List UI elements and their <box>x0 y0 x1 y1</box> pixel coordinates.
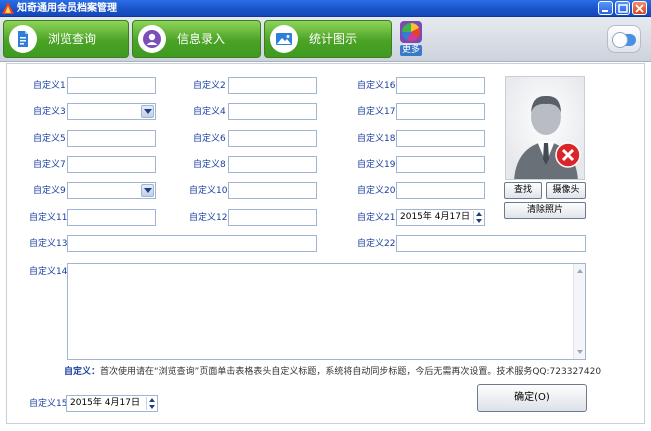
statistics-chart-label: 统计图示 <box>309 32 358 46</box>
date-spinner[interactable] <box>473 211 483 224</box>
spin-up-icon[interactable] <box>148 397 156 403</box>
field16-label: 自定义16 <box>357 81 396 91</box>
find-photo-button[interactable]: 查找 <box>504 182 542 199</box>
field2-label: 自定义2 <box>193 81 226 91</box>
confirm-button[interactable]: 确定(O) <box>477 384 587 412</box>
field12-label: 自定义12 <box>189 213 228 223</box>
field21-date-value: 2015年 4月17日 <box>400 212 470 222</box>
field19-label: 自定义19 <box>357 160 396 170</box>
field4-label: 自定义4 <box>193 107 226 117</box>
field9-select[interactable] <box>67 182 156 199</box>
browse-query-label: 浏览查询 <box>48 32 97 46</box>
statistics-chart-button[interactable]: 统计图示 <box>264 20 392 58</box>
scroll-up-icon[interactable] <box>575 266 585 276</box>
minimize-button[interactable] <box>598 1 613 15</box>
field22-label: 自定义22 <box>357 239 396 249</box>
date-spinner[interactable] <box>146 397 156 410</box>
scroll-down-icon[interactable] <box>575 347 585 357</box>
field10-label: 自定义10 <box>189 186 228 196</box>
spin-down-icon[interactable] <box>148 404 156 410</box>
member-form: 自定义1 自定义3 自定义5 自定义7 自定义9 自定义11 自定义13 自定义… <box>6 63 645 424</box>
field20-label: 自定义20 <box>357 186 396 196</box>
field16-input[interactable] <box>396 77 485 94</box>
more-label: 更多 <box>400 45 422 56</box>
window-title: 知奇通用会员档案管理 <box>17 3 117 14</box>
field1-label: 自定义1 <box>33 81 66 91</box>
main-toolbar: 浏览查询 信息录入 统计图示 更多 <box>0 17 651 62</box>
user-icon <box>138 25 166 53</box>
vertical-scrollbar[interactable] <box>573 264 585 359</box>
camera-button[interactable]: 摄像头 <box>546 182 586 199</box>
field5-input[interactable] <box>67 130 156 147</box>
field21-date-picker[interactable]: 2015年 4月17日 <box>396 209 485 226</box>
field11-label: 自定义11 <box>29 213 68 223</box>
dropdown-arrow-icon[interactable] <box>141 184 154 197</box>
field15-date-value: 2015年 4月17日 <box>70 398 140 408</box>
field12-input[interactable] <box>228 209 317 226</box>
field18-input[interactable] <box>396 130 485 147</box>
minimize-icon <box>602 10 608 12</box>
toggle-knob <box>612 32 628 48</box>
field10-input[interactable] <box>228 182 317 199</box>
close-button[interactable] <box>632 1 647 15</box>
field15-label: 自定义15 <box>29 399 68 409</box>
field7-input[interactable] <box>67 156 156 173</box>
field13-label: 自定义13 <box>29 239 68 249</box>
field22-input[interactable] <box>396 235 586 252</box>
field17-input[interactable] <box>396 103 485 120</box>
field18-label: 自定义18 <box>357 134 396 144</box>
field15-date-picker[interactable]: 2015年 4月17日 <box>66 395 158 412</box>
dropdown-arrow-icon[interactable] <box>141 105 154 118</box>
member-photo <box>505 76 585 180</box>
more-button[interactable]: 更多 <box>400 21 422 57</box>
clear-photo-button[interactable]: 清除照片 <box>504 202 586 219</box>
document-icon <box>9 25 37 53</box>
maximize-button[interactable] <box>615 1 630 15</box>
field6-input[interactable] <box>228 130 317 147</box>
toggle-switch[interactable] <box>607 25 641 53</box>
field13-input[interactable] <box>67 235 317 252</box>
field9-label: 自定义9 <box>33 186 66 196</box>
field4-input[interactable] <box>228 103 317 120</box>
field11-input[interactable] <box>67 209 156 226</box>
field2-input[interactable] <box>228 77 317 94</box>
field1-input[interactable] <box>67 77 156 94</box>
field7-label: 自定义7 <box>33 160 66 170</box>
field3-label: 自定义3 <box>33 107 66 117</box>
field20-input[interactable] <box>396 182 485 199</box>
field8-label: 自定义8 <box>193 160 226 170</box>
picture-icon <box>270 25 298 53</box>
field19-input[interactable] <box>396 156 485 173</box>
spin-up-icon[interactable] <box>475 211 483 217</box>
field21-label: 自定义21 <box>357 213 396 223</box>
custom-field-note: 自定义：首次使用请在“浏览查询”页面单击表格表头自定义标题，系统将自动同步标题，… <box>64 366 601 378</box>
title-bar: 知奇通用会员档案管理 <box>0 0 651 17</box>
field14-textarea[interactable] <box>67 263 586 360</box>
info-entry-button[interactable]: 信息录入 <box>132 20 261 58</box>
field17-label: 自定义17 <box>357 107 396 117</box>
note-body: 首次使用请在“浏览查询”页面单击表格表头自定义标题，系统将自动同步标题，今后无需… <box>100 367 602 377</box>
browse-query-button[interactable]: 浏览查询 <box>3 20 129 58</box>
info-entry-label: 信息录入 <box>177 32 226 46</box>
note-title: 自定义： <box>64 367 101 377</box>
close-icon <box>635 4 644 13</box>
field8-input[interactable] <box>228 156 317 173</box>
delete-photo-icon[interactable] <box>555 142 581 168</box>
spin-down-icon[interactable] <box>475 218 483 224</box>
field3-select[interactable] <box>67 103 156 120</box>
colorful-tiles-icon <box>400 21 422 43</box>
field6-label: 自定义6 <box>193 134 226 144</box>
maximize-icon <box>618 4 628 13</box>
app-logo-icon <box>2 2 14 14</box>
field5-label: 自定义5 <box>33 134 66 144</box>
field14-label: 自定义14 <box>29 267 68 277</box>
